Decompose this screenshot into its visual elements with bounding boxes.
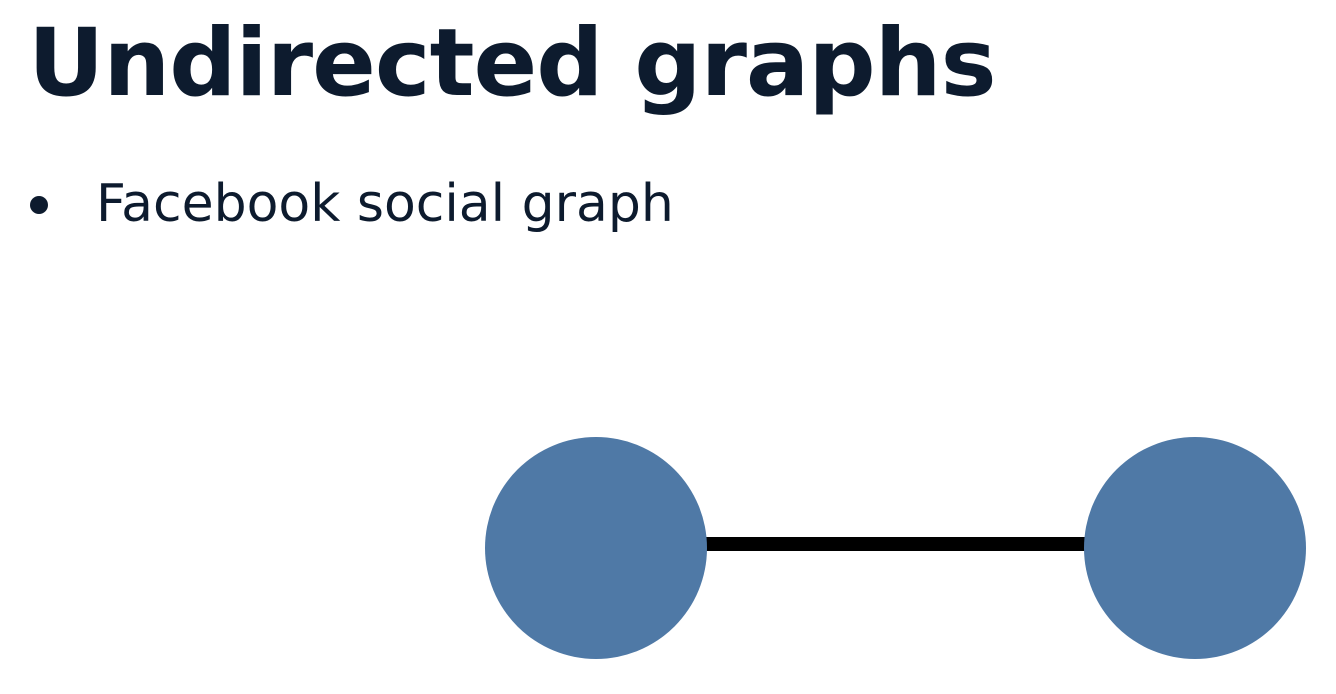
slide: Undirected graphs Facebook social graph [0,0,1336,694]
graph-diagram [485,437,1306,659]
graph-node [485,437,707,659]
graph-node [1084,437,1306,659]
